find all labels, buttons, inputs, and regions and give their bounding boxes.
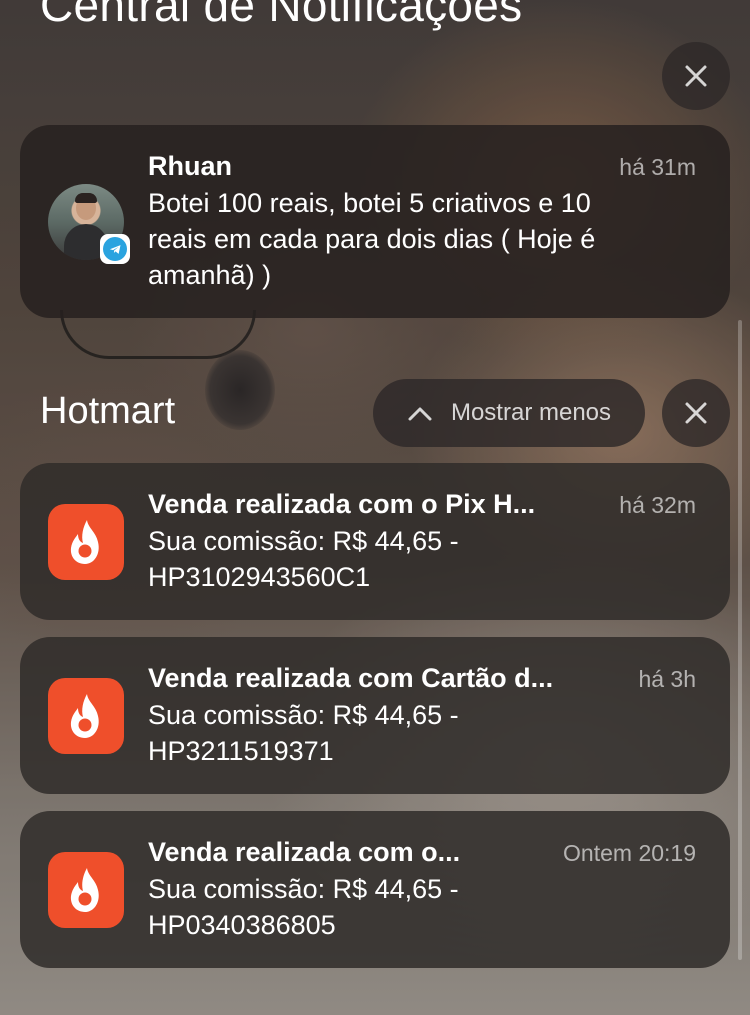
notification-time: há 31m — [619, 154, 696, 180]
hotmart-flame-icon — [48, 504, 124, 580]
message-line: amanhã) ) — [148, 260, 272, 290]
notification-time: há 3h — [638, 666, 696, 692]
message-line: Botei 100 reais, botei 5 criativos e 10 — [148, 188, 591, 218]
message-line: HP3211519371 — [148, 736, 334, 766]
notification-title: Venda realizada com Cartão d... — [148, 663, 554, 693]
notification-title: Venda realizada com o Pix H... — [148, 489, 536, 519]
telegram-badge — [100, 234, 130, 264]
notification-card[interactable]: Venda realizada com Cartão d... há 3h Su… — [20, 637, 730, 794]
wallpaper-detail — [205, 350, 275, 430]
message-line: Sua comissão: R$ 44,65 - — [148, 526, 459, 556]
notification-sender: Rhuan — [148, 151, 232, 181]
notification-time: Ontem 20:19 — [563, 840, 696, 866]
show-less-button[interactable]: Mostrar menos — [373, 379, 645, 447]
message-line: HP0340386805 — [148, 910, 336, 940]
clear-all-button[interactable] — [662, 42, 730, 110]
notification-message: Sua comissão: R$ 44,65 - HP3102943560C1 — [148, 523, 670, 595]
close-icon — [685, 402, 707, 424]
message-line: Sua comissão: R$ 44,65 - — [148, 874, 459, 904]
notification-message: Sua comissão: R$ 44,65 - HP0340386805 — [148, 871, 670, 943]
notification-card[interactable]: Venda realizada com o Pix H... há 32m Su… — [20, 463, 730, 620]
message-line: HP3102943560C1 — [148, 562, 371, 592]
group-title: Hotmart — [40, 390, 176, 432]
notification-title: Venda realizada com o... — [148, 837, 461, 867]
notification-time: há 32m — [619, 492, 696, 518]
notification-message: Botei 100 reais, botei 5 criativos e 10 … — [148, 185, 690, 293]
notification-card[interactable]: Venda realizada com o... Ontem 20:19 Sua… — [20, 811, 730, 968]
notification-message: Sua comissão: R$ 44,65 - HP3211519371 — [148, 697, 670, 769]
scrollbar[interactable] — [738, 320, 742, 960]
message-line: Sua comissão: R$ 44,65 - — [148, 700, 459, 730]
page-title: Central de Notificações — [40, 0, 523, 31]
telegram-icon — [103, 237, 127, 261]
avatar — [48, 184, 130, 264]
show-less-label: Mostrar menos — [450, 399, 612, 426]
telegram-notification[interactable]: Rhuan há 31m Botei 100 reais, botei 5 cr… — [20, 125, 730, 318]
message-line: reais em cada para dois dias ( Hoje é — [148, 224, 596, 254]
chevron-up-icon — [408, 407, 432, 421]
hotmart-flame-icon — [48, 852, 124, 928]
close-icon — [685, 65, 707, 87]
hotmart-flame-icon — [48, 678, 124, 754]
clear-group-button[interactable] — [662, 379, 730, 447]
